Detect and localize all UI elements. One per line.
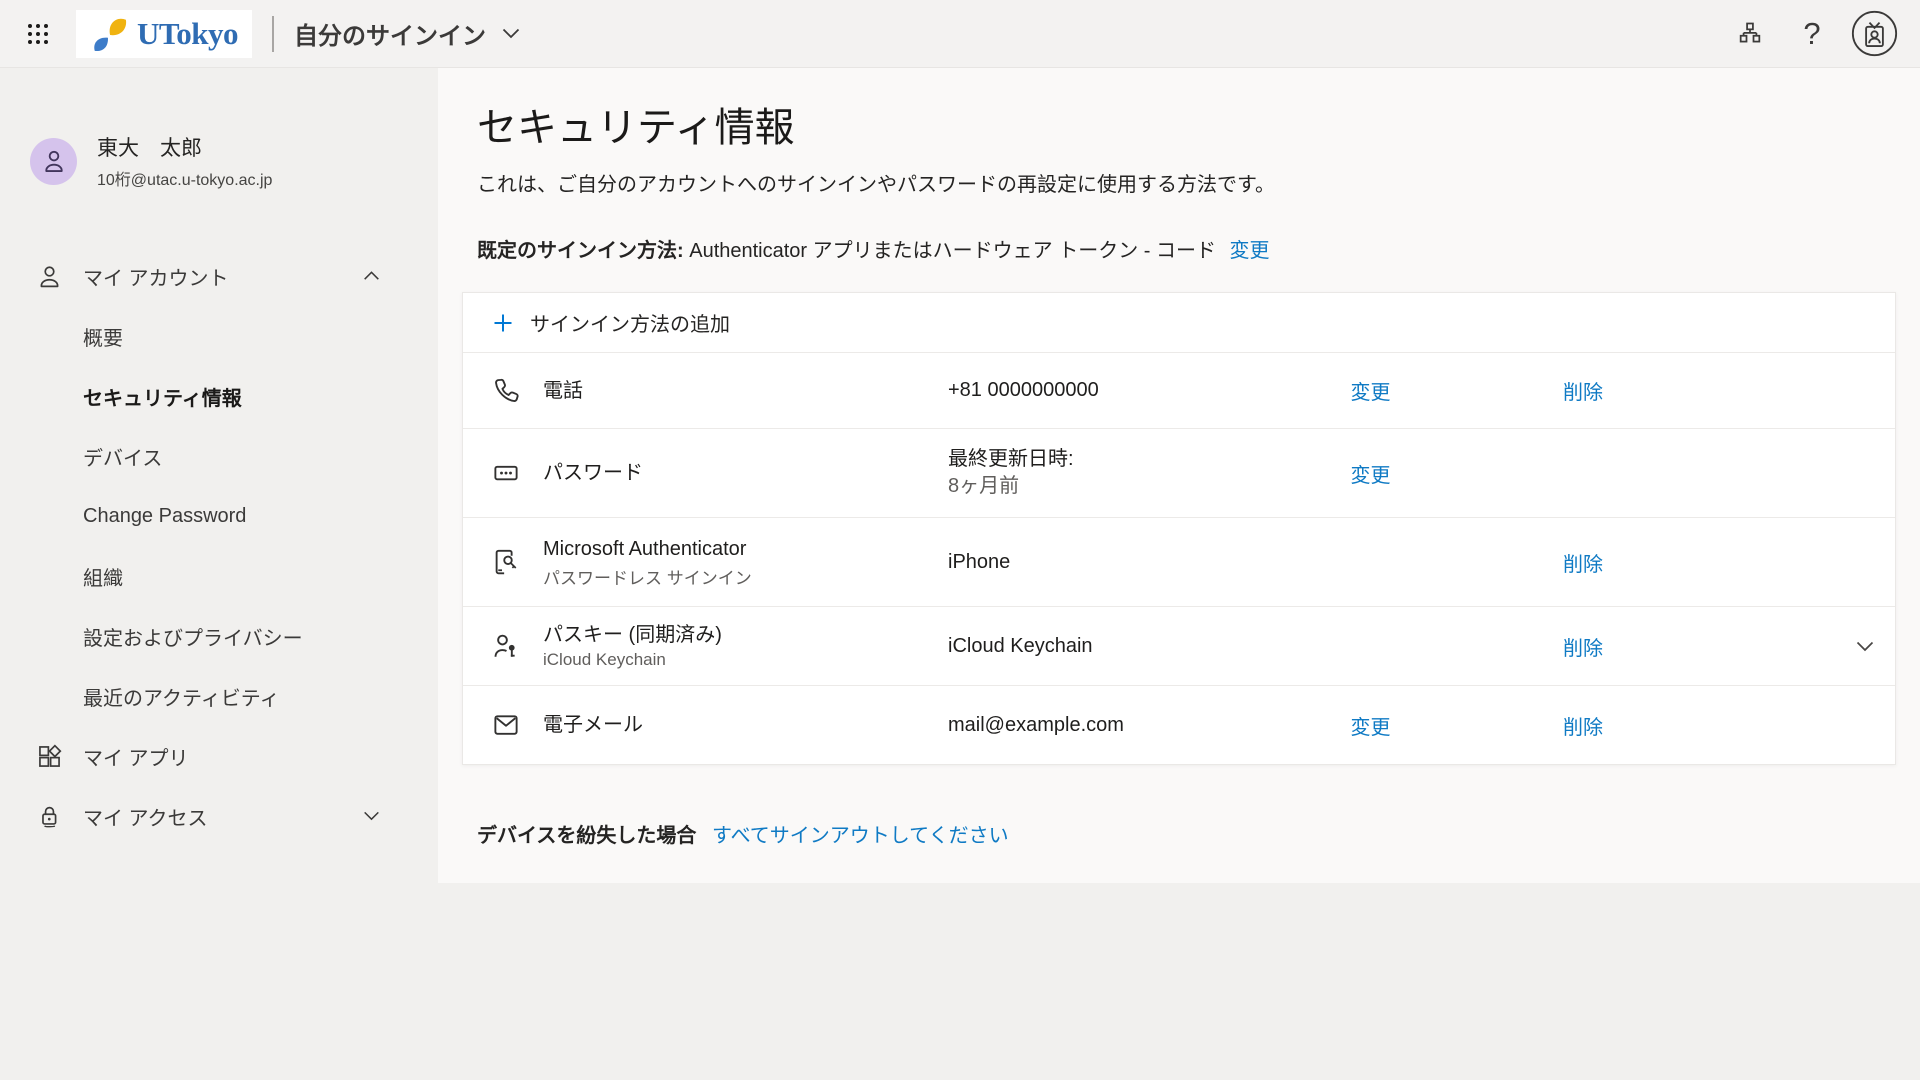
delete-link[interactable]: 削除	[1563, 638, 1603, 660]
passkey-icon	[463, 631, 543, 661]
help-button[interactable]: ?	[1788, 10, 1836, 58]
person-icon	[36, 263, 63, 290]
sidebar: 東大 太郎 10桁@utac.u-tokyo.ac.jp マイ アカウント 概要	[0, 68, 438, 1080]
chevron-down-icon	[502, 28, 520, 39]
change-link[interactable]: 変更	[1351, 465, 1391, 487]
app-title: 自分のサインイン	[294, 16, 486, 51]
method-value: +81 0000000000	[948, 377, 1303, 404]
delete-link[interactable]: 削除	[1563, 554, 1603, 576]
sidebar-item-my-access[interactable]: マイ アクセス	[0, 786, 438, 846]
method-value: mail@example.com	[948, 712, 1303, 739]
method-subtitle: iCloud Keychain	[543, 650, 948, 670]
app-title-menu[interactable]: 自分のサインイン	[294, 16, 520, 51]
authenticator-icon	[463, 547, 543, 577]
lock-icon	[36, 803, 63, 830]
method-subtitle: パスワードレス サインイン	[543, 564, 948, 589]
default-method-label: 既定のサインイン方法:	[477, 240, 684, 262]
top-app-bar: UTokyo 自分のサインイン ?	[0, 0, 1920, 68]
method-name: 電子メール	[543, 712, 948, 738]
help-icon: ?	[1803, 16, 1820, 52]
sidebar-item-settings-privacy[interactable]: 設定およびプライバシー	[0, 606, 438, 666]
plus-icon	[491, 311, 515, 335]
id-badge-icon	[1851, 10, 1898, 57]
waffle-icon	[26, 22, 50, 46]
change-link[interactable]: 変更	[1351, 382, 1391, 404]
page-description: これは、ご自分のアカウントへのサインインやパスワードの再設定に使用する方法です。	[477, 170, 1920, 200]
default-method-change-link[interactable]: 変更	[1230, 240, 1270, 262]
nav-label: マイ アクセス	[83, 802, 208, 831]
last-updated-label: 最終更新日時:	[948, 446, 1303, 473]
utokyo-logo[interactable]: UTokyo	[76, 10, 252, 58]
nav-label: マイ アカウント	[83, 262, 229, 291]
add-method-label: サインイン方法の追加	[530, 308, 730, 337]
table-row-phone: 電話 +81 0000000000 変更 削除	[463, 352, 1895, 428]
user-email: 10桁@utac.u-tokyo.ac.jp	[97, 166, 272, 190]
email-icon	[463, 710, 543, 740]
table-row-passkey: パスキー (同期済み) iCloud Keychain iCloud Keych…	[463, 606, 1895, 685]
account-badge-button[interactable]	[1850, 10, 1898, 58]
lost-device-label: デバイスを紛失した場合	[477, 825, 696, 847]
table-row-password: パスワード 最終更新日時: 8ヶ月前 変更	[463, 428, 1895, 517]
table-row-email: 電子メール mail@example.com 変更 削除	[463, 685, 1895, 764]
user-avatar[interactable]	[30, 138, 77, 185]
phone-icon	[463, 376, 543, 406]
user-name: 東大 太郎	[97, 132, 272, 162]
sign-out-everywhere-link[interactable]: すべてサインアウトしてください	[712, 825, 1009, 847]
sidebar-item-devices[interactable]: デバイス	[0, 426, 438, 486]
logo-wordmark: UTokyo	[137, 16, 238, 52]
method-value: iCloud Keychain	[948, 633, 1303, 660]
app-launcher-button[interactable]	[14, 10, 62, 58]
sidebar-item-overview[interactable]: 概要	[0, 306, 438, 366]
delete-link[interactable]: 削除	[1563, 382, 1603, 404]
chevron-down-icon	[1856, 641, 1874, 652]
password-icon	[463, 458, 543, 488]
delete-link[interactable]: 削除	[1563, 717, 1603, 739]
method-value: iPhone	[948, 549, 1303, 576]
user-block: 東大 太郎 10桁@utac.u-tokyo.ac.jp	[30, 132, 438, 190]
nav-label: マイ アプリ	[83, 742, 189, 771]
method-name: パスキー (同期済み)	[543, 622, 948, 648]
expand-row-button[interactable]	[1856, 641, 1874, 652]
sidebar-nav: マイ アカウント 概要 セキュリティ情報 デバイス Change Passwor…	[0, 246, 438, 846]
sidebar-item-change-password[interactable]: Change Password	[0, 486, 438, 546]
method-name: パスワード	[543, 460, 948, 486]
lost-device-line: デバイスを紛失した場合 すべてサインアウトしてください	[477, 819, 1920, 848]
chevron-up-icon	[363, 271, 380, 281]
chevron-down-icon	[363, 811, 380, 821]
person-icon	[40, 147, 68, 175]
sidebar-item-security-info[interactable]: セキュリティ情報	[0, 366, 438, 426]
method-value: 最終更新日時: 8ヶ月前	[948, 446, 1303, 500]
add-signin-method-button[interactable]: サインイン方法の追加	[463, 293, 1895, 352]
apps-grid-icon	[36, 743, 63, 770]
method-name: Microsoft Authenticator	[543, 536, 948, 562]
main-content: セキュリティ情報 これは、ご自分のアカウントへのサインインやパスワードの再設定に…	[438, 68, 1920, 883]
page-title: セキュリティ情報	[477, 104, 1920, 152]
change-link[interactable]: 変更	[1351, 717, 1391, 739]
organization-button[interactable]	[1726, 10, 1774, 58]
default-method-value: Authenticator アプリまたはハードウェア トークン - コード	[689, 240, 1216, 262]
topbar-divider	[272, 16, 274, 52]
sidebar-item-recent-activity[interactable]: 最近のアクティビティ	[0, 666, 438, 726]
default-signin-method: 既定のサインイン方法: Authenticator アプリまたはハードウェア ト…	[477, 236, 1920, 266]
last-updated-value: 8ヶ月前	[948, 473, 1303, 500]
sidebar-item-my-account[interactable]: マイ アカウント	[0, 246, 438, 306]
method-name: 電話	[543, 378, 948, 404]
sidebar-item-organizations[interactable]: 組織	[0, 546, 438, 606]
ginkgo-leaf-icon	[90, 15, 128, 53]
table-row-authenticator: Microsoft Authenticator パスワードレス サインイン iP…	[463, 517, 1895, 606]
org-chart-icon	[1736, 20, 1764, 48]
signin-methods-table: サインイン方法の追加 電話 +81 0000000000 変更 削除	[462, 292, 1896, 765]
sidebar-item-my-apps[interactable]: マイ アプリ	[0, 726, 438, 786]
